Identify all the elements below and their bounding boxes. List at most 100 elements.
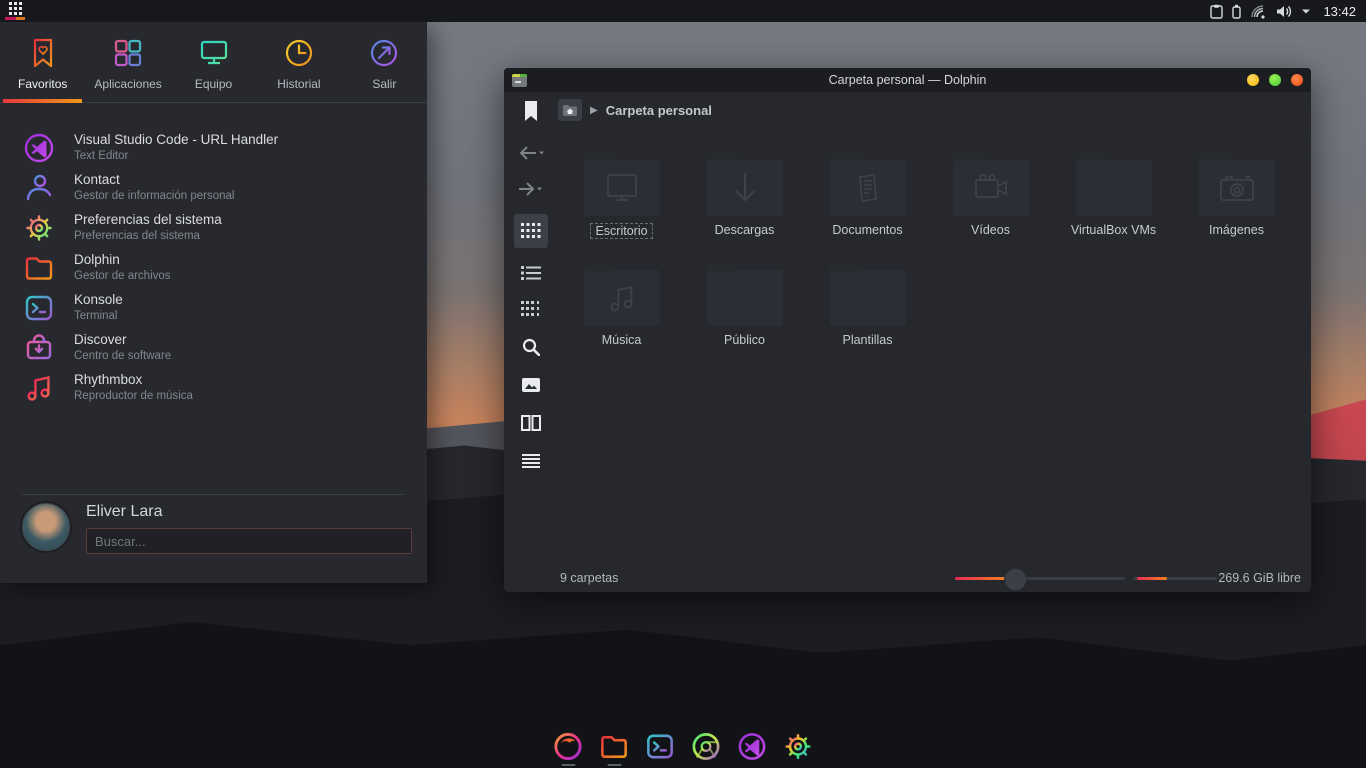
breadcrumb-location[interactable]: Carpeta personal (606, 103, 712, 118)
app-item-preferencias[interactable]: Preferencias del sistema Preferencias de… (0, 208, 427, 248)
folder-escritorio[interactable]: Escritorio (560, 152, 683, 239)
tab-aplicaciones[interactable]: Aplicaciones (85, 22, 170, 102)
minimize-button[interactable] (1247, 74, 1259, 86)
terminal-icon (22, 291, 56, 325)
folder-imagenes[interactable]: Imágenes (1175, 152, 1298, 239)
folder-label: Vídeos (967, 223, 1014, 237)
app-title: Rhythmbox (74, 372, 193, 389)
launcher-tabs: Favoritos Aplicaciones Equipo (0, 22, 427, 103)
gear-icon (22, 211, 56, 245)
search-input[interactable] (86, 528, 412, 554)
app-subtitle: Gestor de información personal (74, 189, 234, 203)
dock-item-settings[interactable] (782, 730, 815, 766)
folder-documentos[interactable]: Documentos (806, 152, 929, 239)
menu-button[interactable] (514, 444, 548, 478)
user-name: Eliver Lara (86, 503, 162, 521)
folder-label: Imágenes (1205, 223, 1268, 237)
launcher-grid-icon (9, 2, 22, 15)
clipboard-icon[interactable] (1210, 4, 1223, 19)
dock-item-konsole[interactable] (644, 730, 677, 766)
maximize-button[interactable] (1269, 74, 1281, 86)
close-button[interactable] (1291, 74, 1303, 86)
app-item-konsole[interactable]: Konsole Terminal (0, 288, 427, 328)
zoom-slider[interactable] (955, 577, 1125, 580)
folder-descargas[interactable]: Descargas (683, 152, 806, 239)
app-title: Discover (74, 332, 171, 349)
arrow-down-glyph-icon (731, 171, 759, 205)
application-launcher-menu: Favoritos Aplicaciones Equipo (0, 22, 427, 583)
folder-count: 9 carpetas (560, 571, 618, 585)
zoom-slider-fill (955, 577, 1007, 580)
app-subtitle: Gestor de archivos (74, 269, 171, 283)
person-icon (22, 171, 56, 205)
clock[interactable]: 13:42 (1323, 4, 1356, 19)
disk-capacity-bar (1133, 577, 1217, 580)
window-titlebar[interactable]: Carpeta personal — Dolphin (504, 68, 1311, 92)
network-icon[interactable] (1250, 4, 1267, 19)
tab-equipo[interactable]: Equipo (171, 22, 256, 102)
dock-item-vscode[interactable] (736, 730, 769, 766)
monitor-icon (195, 34, 233, 72)
user-avatar[interactable] (22, 503, 70, 551)
zoom-slider-handle[interactable] (1004, 568, 1027, 591)
forward-button[interactable] (514, 172, 548, 206)
tab-salir[interactable]: Salir (342, 22, 427, 102)
details-view-button[interactable] (514, 292, 548, 326)
folder-icon (22, 251, 56, 285)
tab-historial[interactable]: Historial (256, 22, 341, 102)
split-view-button[interactable] (514, 406, 548, 440)
folder-label: Escritorio (590, 223, 652, 239)
details-view-icon (521, 301, 541, 317)
folder-publico[interactable]: Público (683, 262, 806, 347)
folder-label: VirtualBox VMs (1067, 223, 1160, 237)
application-launcher-button[interactable] (0, 0, 30, 22)
app-item-kontact[interactable]: Kontact Gestor de información personal (0, 168, 427, 208)
chrome-icon (690, 730, 723, 763)
music-note-icon (22, 371, 56, 405)
dock-item-chrome[interactable] (690, 730, 723, 766)
app-item-discover[interactable]: Discover Centro de software (0, 328, 427, 368)
home-folder-button[interactable] (558, 99, 582, 121)
favorites-app-list: Visual Studio Code - URL Handler Text Ed… (0, 128, 427, 408)
tab-favoritos[interactable]: Favoritos (0, 22, 85, 102)
app-title: Visual Studio Code - URL Handler (74, 132, 278, 149)
vscode-icon (22, 131, 56, 165)
search-button[interactable] (514, 330, 548, 364)
terminal-icon (644, 730, 677, 763)
app-subtitle: Text Editor (74, 149, 278, 163)
battery-icon[interactable] (1232, 4, 1241, 19)
breadcrumb-caret-icon: ▶ (590, 105, 598, 116)
app-grid-icon (109, 34, 147, 72)
folder-videos[interactable]: Vídeos (929, 152, 1052, 239)
app-title: Preferencias del sistema (74, 212, 222, 229)
icons-view-button[interactable] (514, 214, 548, 248)
breadcrumb: ▶ Carpeta personal (558, 96, 1311, 124)
preview-button[interactable] (514, 368, 548, 402)
app-item-vscode[interactable]: Visual Studio Code - URL Handler Text Ed… (0, 128, 427, 168)
app-title: Kontact (74, 172, 234, 189)
split-view-icon (521, 415, 541, 431)
folder-label: Documentos (828, 223, 906, 237)
window-app-icon[interactable] (512, 74, 527, 87)
bookmark-places-button[interactable] (514, 94, 548, 128)
preview-image-icon (522, 378, 540, 392)
running-indicator (561, 764, 575, 766)
folder-musica[interactable]: Música (560, 262, 683, 347)
caret-down-icon[interactable] (1301, 8, 1311, 15)
tab-label: Equipo (195, 77, 232, 91)
bookmark-heart-icon (24, 34, 62, 72)
compact-view-button[interactable] (514, 256, 548, 290)
folder-label: Descargas (711, 223, 779, 237)
dock-item-dolphin[interactable] (598, 730, 631, 766)
tab-label: Aplicaciones (94, 77, 161, 91)
volume-icon[interactable] (1276, 4, 1292, 19)
search-icon (522, 338, 540, 356)
app-item-rhythmbox[interactable]: Rhythmbox Reproductor de música (0, 368, 427, 408)
folder-virtualbox-vms[interactable]: VirtualBox VMs (1052, 152, 1175, 239)
vscode-icon (736, 730, 769, 763)
dolphin-statusbar: 9 carpetas 269.6 GiB libre (504, 564, 1311, 592)
app-item-dolphin[interactable]: Dolphin Gestor de archivos (0, 248, 427, 288)
dock-item-firefox[interactable] (552, 730, 585, 766)
back-button[interactable] (514, 136, 548, 170)
folder-plantillas[interactable]: Plantillas (806, 262, 929, 347)
